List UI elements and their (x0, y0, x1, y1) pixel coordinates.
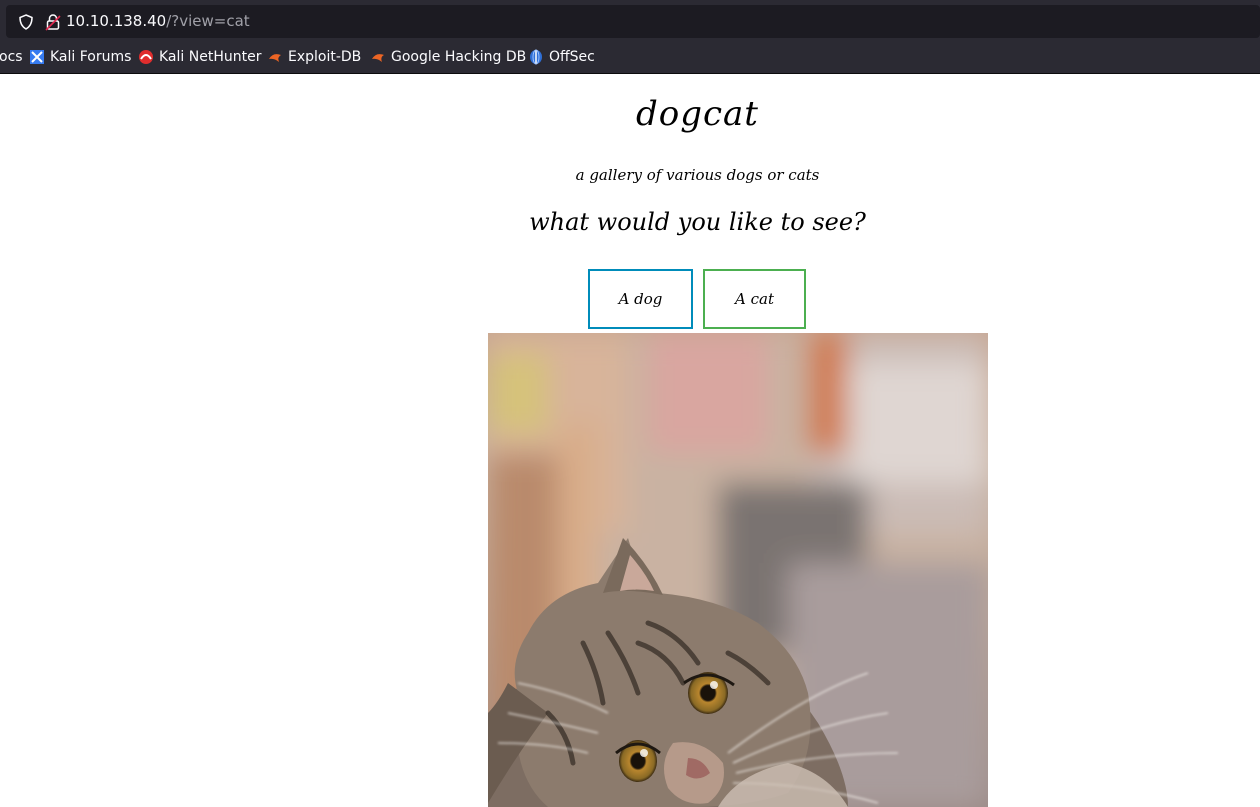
bookmarks-toolbar: ocs Kali Forums Kali NetHunter Exploit-D… (0, 42, 1260, 74)
shield-icon[interactable] (18, 14, 34, 30)
bookmark-kali-forums[interactable]: Kali Forums (29, 49, 131, 65)
cat-photo (488, 333, 988, 807)
insecure-lock-icon[interactable] (45, 13, 61, 31)
kali-nethunter-icon (139, 50, 153, 64)
url-path: /?view=cat (166, 12, 250, 30)
bookmark-label: ocs (0, 49, 23, 65)
bookmark-docs[interactable]: ocs (0, 49, 23, 65)
cat-button[interactable]: A cat (703, 269, 806, 329)
url-text[interactable]: 10.10.138.40/?view=cat (66, 12, 250, 30)
kali-forums-icon (30, 50, 44, 64)
bookmark-label: Exploit-DB (288, 49, 362, 65)
exploit-db-icon (269, 54, 281, 62)
bookmark-label: Kali NetHunter (159, 49, 262, 65)
page-title-text: dogcat (636, 94, 759, 134)
bookmark-label: Google Hacking DB (391, 49, 527, 65)
prompt-heading: what would you like to see? (529, 208, 866, 236)
ghdb-icon (372, 54, 384, 62)
cat-photo-illustration (488, 333, 988, 807)
bookmark-google-hacking-db[interactable]: Google Hacking DB (370, 49, 526, 65)
url-host: 10.10.138.40 (66, 12, 167, 30)
bookmark-exploit-db[interactable]: Exploit-DB (267, 49, 361, 65)
offsec-icon (530, 49, 542, 65)
page-title: dogcat (0, 94, 1260, 134)
bookmark-offsec[interactable]: OffSec (528, 49, 595, 65)
page-subtitle: a gallery of various dogs or cats (575, 166, 820, 184)
browser-toolbar: 10.10.138.40/?view=cat (0, 0, 1260, 42)
bookmark-kali-nethunter[interactable]: Kali NetHunter (138, 49, 261, 65)
url-bar[interactable]: 10.10.138.40/?view=cat (6, 5, 1260, 38)
bookmark-label: Kali Forums (50, 49, 132, 65)
bookmark-label: OffSec (549, 49, 595, 65)
dog-button[interactable]: A dog (588, 269, 693, 329)
